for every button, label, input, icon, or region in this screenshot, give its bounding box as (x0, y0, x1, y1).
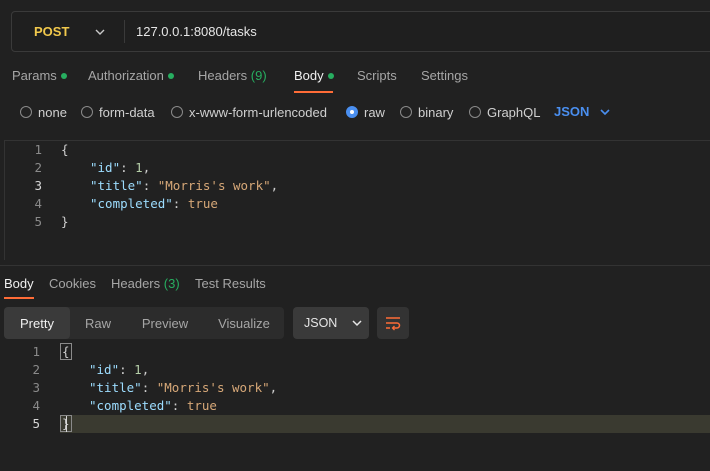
tab-body[interactable]: Body (294, 68, 334, 83)
radio-button[interactable] (81, 106, 93, 118)
radio-binary[interactable]: binary (400, 104, 453, 120)
response-tab-test-results[interactable]: Test Results (195, 276, 266, 291)
radio-button[interactable] (171, 106, 183, 118)
radio-button[interactable] (400, 106, 412, 118)
code-line-title: "title": "Morris's work", (89, 380, 278, 395)
line-number: 2 (34, 160, 42, 175)
json-value: "Morris's work" (156, 380, 270, 395)
status-dot (327, 73, 334, 79)
active-tab-indicator (4, 297, 34, 299)
code-close-brace: } (61, 214, 69, 229)
tab-scripts[interactable]: Scripts (357, 68, 397, 83)
tab-body-label: Body (294, 68, 324, 83)
tab-headers-label: Headers (198, 68, 248, 83)
json-key: "title" (89, 380, 142, 395)
status-dot (60, 73, 67, 79)
radio-raw[interactable]: raw (346, 104, 385, 120)
body-language-label: JSON (554, 104, 590, 119)
method-label: POST (34, 24, 70, 39)
text-cursor (66, 416, 67, 432)
response-format-group: Pretty Raw Preview Visualize (4, 307, 284, 339)
radio-label: raw (364, 104, 385, 120)
json-key: "completed" (89, 398, 172, 413)
json-key: "id" (89, 362, 120, 377)
tab-authorization-label: Authorization (88, 68, 164, 83)
tab-headers[interactable]: Headers (9) (198, 68, 267, 83)
radio-label: binary (418, 104, 454, 120)
radio-label: GraphQL (487, 104, 541, 120)
current-line-highlight (60, 415, 710, 433)
response-tab-headers[interactable]: Headers (3) (111, 276, 180, 291)
response-tab-cookies[interactable]: Cookies (49, 276, 96, 291)
line-number: 3 (34, 178, 42, 193)
pane-divider[interactable] (0, 265, 710, 266)
radio-none[interactable]: none (20, 104, 67, 120)
wrap-lines-button[interactable] (377, 307, 409, 339)
format-preview-button[interactable]: Preview (126, 307, 204, 339)
body-language-select[interactable]: JSON (554, 104, 611, 119)
radio-label: x-www-form-urlencoded (189, 104, 327, 120)
line-number: 3 (32, 380, 40, 395)
json-value: true (187, 196, 218, 211)
response-language-select[interactable]: JSON (293, 307, 369, 339)
tab-settings[interactable]: Settings (421, 68, 468, 83)
tab-params[interactable]: Params (12, 68, 67, 83)
json-value: "Morris's work" (157, 178, 271, 193)
json-key: "completed" (90, 196, 173, 211)
format-pretty-button[interactable]: Pretty (4, 307, 70, 339)
response-language-label: JSON (304, 316, 338, 330)
radio-label: form-data (99, 104, 155, 120)
code-open-brace: { (61, 142, 69, 157)
chevron-down-icon (352, 320, 362, 327)
line-number: 4 (32, 398, 40, 413)
format-visualize-button[interactable]: Visualize (204, 307, 284, 339)
url-bar: POST 127.0.0.1:8080/tasks (11, 11, 710, 52)
code-line-title: "title": "Morris's work", (90, 178, 279, 193)
radio-button[interactable] (20, 106, 32, 118)
line-number: 5 (34, 214, 42, 229)
format-raw-button[interactable]: Raw (70, 307, 126, 339)
code-line-completed: "completed": true (89, 398, 217, 413)
tab-authorization[interactable]: Authorization (88, 68, 174, 83)
code-line-id: "id": 1, (90, 160, 151, 175)
status-dot (167, 73, 174, 79)
headers-count: (3) (163, 276, 180, 291)
method-select[interactable]: POST (23, 12, 123, 51)
radio-form-data[interactable]: form-data (81, 104, 155, 120)
radio-label: none (38, 104, 67, 120)
radio-graphql[interactable]: GraphQL (469, 104, 540, 120)
radio-x-www-form-urlencoded[interactable]: x-www-form-urlencoded (171, 104, 327, 120)
line-number: 5 (32, 416, 40, 431)
wrap-lines-icon (386, 317, 401, 331)
code-line-id: "id": 1, (89, 362, 150, 377)
json-value: 1 (134, 362, 142, 377)
line-number: 2 (32, 362, 40, 377)
headers-count: (9) (250, 68, 267, 83)
line-number: 4 (34, 196, 42, 211)
code-line-completed: "completed": true (90, 196, 218, 211)
response-tab-headers-label: Headers (111, 276, 161, 291)
active-tab-indicator (294, 91, 333, 93)
line-number: 1 (32, 344, 40, 359)
radio-button-checked[interactable] (346, 106, 358, 118)
code-open-brace: { (60, 343, 72, 360)
json-value: true (186, 398, 217, 413)
json-value: 1 (135, 160, 143, 175)
json-key: "id" (90, 160, 121, 175)
url-input[interactable]: 127.0.0.1:8080/tasks (136, 24, 257, 39)
chevron-down-icon (600, 108, 610, 115)
json-key: "title" (90, 178, 143, 193)
response-tab-body[interactable]: Body (4, 276, 34, 291)
chevron-down-icon[interactable] (94, 26, 106, 38)
radio-button[interactable] (469, 106, 481, 118)
tab-params-label: Params (12, 68, 57, 83)
line-number: 1 (34, 142, 42, 157)
url-separator (124, 20, 125, 43)
